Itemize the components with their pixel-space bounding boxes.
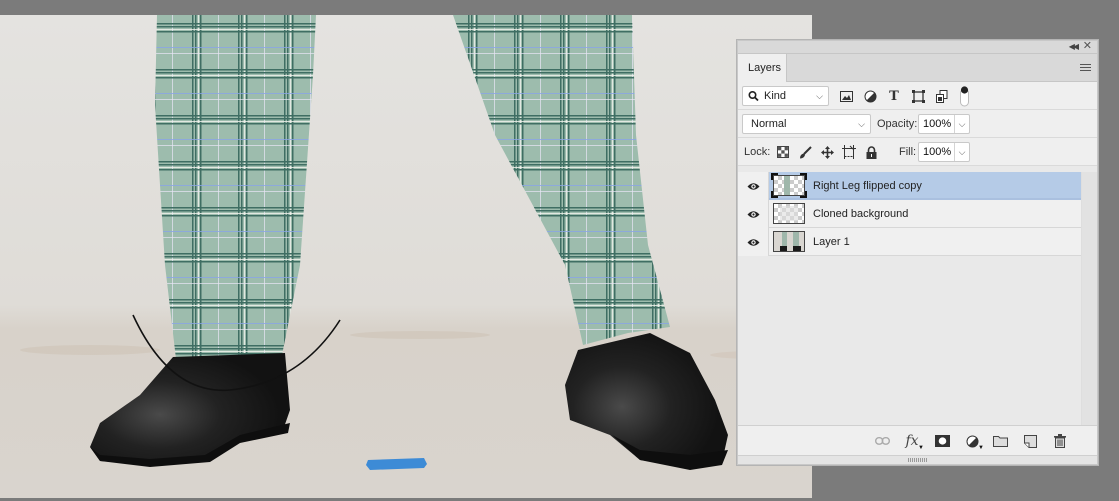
layer-row-cloned-background[interactable]: Cloned background [738, 200, 1081, 228]
layers-panel: ◀◀ ✕ Layers Kind ⌵ T Normal ⌵ Opacity: 1… [737, 40, 1098, 465]
shape-layer-filter-icon[interactable] [910, 88, 926, 104]
fill-dropdown-chevron-icon[interactable]: ⌵ [954, 143, 969, 161]
link-layers-icon[interactable] [873, 432, 891, 450]
delete-layer-icon[interactable] [1051, 432, 1069, 450]
tab-layers[interactable]: Layers [738, 54, 787, 83]
panel-title-bar[interactable]: ◀◀ ✕ [738, 40, 1097, 54]
blend-row: Normal ⌵ Opacity: 100% ⌵ [738, 110, 1097, 138]
fill-input[interactable]: 100% ⌵ [918, 142, 970, 162]
smart-object-filter-icon[interactable] [934, 88, 950, 104]
blend-mode-select[interactable]: Normal ⌵ [742, 114, 871, 134]
search-icon [748, 87, 759, 111]
canvas-photo [0, 15, 812, 498]
layer-thumbnail [773, 231, 805, 252]
submenu-triangle-icon: ▼ [918, 445, 924, 451]
close-icon[interactable]: ✕ [1083, 40, 1092, 53]
eye-icon [747, 238, 759, 246]
double-chevron-left-icon[interactable]: ◀◀ [1069, 41, 1079, 53]
layer-visibility-toggle[interactable] [738, 200, 769, 228]
layer-row-right-leg-flipped-copy[interactable]: Right Leg flipped copy [738, 172, 1081, 200]
lock-artboard-icon[interactable] [841, 144, 857, 160]
lock-label: Lock: [744, 146, 771, 158]
floor-smudge [350, 331, 490, 339]
adjustment-layer-filter-icon[interactable] [862, 88, 878, 104]
new-layer-icon[interactable] [1021, 432, 1039, 450]
opacity-label: Opacity: [877, 118, 918, 130]
blue-tape-mark [366, 458, 427, 470]
new-fill-adjustment-icon[interactable]: ▼ [963, 432, 984, 451]
filter-row: Kind ⌵ T [738, 82, 1097, 110]
opacity-value: 100% [923, 118, 952, 130]
eye-icon [747, 182, 759, 190]
layer-name: Right Leg flipped copy [813, 180, 922, 192]
chevron-down-icon: ⌵ [816, 91, 823, 101]
filter-kind-select[interactable]: Kind ⌵ [742, 86, 829, 106]
submenu-triangle-icon: ▼ [978, 445, 984, 451]
panel-footer: fx ▼ ▼ [738, 425, 1097, 455]
fill-value: 100% [923, 146, 952, 158]
add-mask-icon[interactable] [933, 432, 951, 450]
layers-scrollbar[interactable] [1081, 172, 1097, 434]
layer-visibility-toggle[interactable] [738, 228, 769, 256]
workspace: ◀◀ ✕ Layers Kind ⌵ T Normal ⌵ Opacity: 1… [0, 0, 1119, 501]
lock-image-pixels-icon[interactable] [797, 144, 813, 160]
layer-name: Layer 1 [813, 236, 850, 248]
fill-label: Fill: [899, 146, 917, 158]
pixel-layer-filter-icon[interactable] [838, 88, 854, 104]
panel-tab-bar: Layers [738, 54, 1097, 83]
selected-thumbnail-frame [771, 173, 807, 198]
lock-all-icon[interactable] [863, 144, 879, 160]
type-layer-filter-icon[interactable]: T [886, 88, 902, 104]
floor-smudge [20, 345, 160, 355]
document-canvas[interactable] [0, 15, 812, 498]
lock-row: Lock: Fill: 100% ⌵ [738, 138, 1097, 166]
layer-row-layer-1[interactable]: Layer 1 [738, 228, 1081, 256]
new-group-icon[interactable] [991, 432, 1009, 450]
fx-label: fx [905, 433, 919, 449]
layer-name: Cloned background [813, 208, 909, 220]
blend-mode-value: Normal [751, 118, 787, 130]
eye-icon [747, 210, 759, 218]
panel-menu-icon[interactable] [1080, 64, 1091, 73]
layers-list[interactable]: Right Leg flipped copy Cloned background [738, 172, 1081, 434]
opacity-dropdown-chevron-icon[interactable]: ⌵ [954, 115, 969, 133]
opacity-input[interactable]: 100% ⌵ [918, 114, 970, 134]
panel-resize-grip[interactable] [738, 455, 1097, 464]
chevron-down-icon: ⌵ [858, 119, 865, 129]
lock-position-icon[interactable] [819, 144, 835, 160]
layer-style-fx-icon[interactable]: fx ▼ [903, 432, 924, 451]
filter-toggle-icon[interactable] [956, 85, 972, 107]
layer-thumbnail [773, 203, 805, 224]
layer-visibility-toggle[interactable] [738, 172, 769, 200]
lock-transparent-pixels-icon[interactable] [775, 144, 791, 160]
